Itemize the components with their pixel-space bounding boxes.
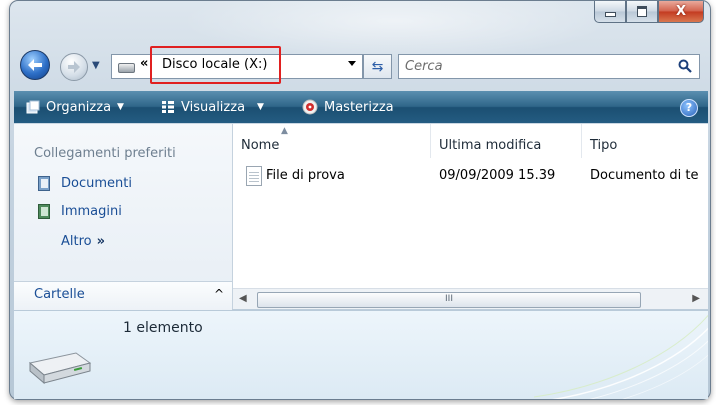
column-header-label: Ultima modifica — [439, 138, 542, 153]
text-file-icon — [246, 166, 262, 186]
maximize-button[interactable] — [626, 1, 658, 23]
view-menu[interactable]: Visualizza ▼ — [161, 91, 264, 123]
breadcrumb-overflow-chevron[interactable]: « — [140, 56, 148, 71]
decorative-swoosh — [534, 314, 708, 399]
column-header-label: Tipo — [590, 138, 618, 153]
organize-icon — [26, 100, 40, 114]
chevron-down-icon: ▼ — [257, 102, 264, 112]
nav-item-more[interactable]: Altro » — [61, 234, 105, 249]
hard-drive-icon — [28, 352, 92, 385]
burn-disc-icon — [302, 99, 318, 115]
horizontal-scrollbar[interactable]: ◀ III ▶ — [233, 288, 708, 309]
address-dropdown-arrow-icon[interactable] — [348, 61, 356, 66]
folders-label: Cartelle — [34, 287, 85, 302]
scroll-right-icon[interactable]: ▶ — [692, 293, 700, 304]
column-header-type[interactable]: Tipo — [582, 124, 708, 158]
column-header-modified[interactable]: Ultima modifica — [431, 124, 582, 158]
close-button[interactable]: X — [658, 1, 704, 23]
chevron-up-icon[interactable]: ^ — [214, 287, 224, 301]
file-modified: 09/09/2009 15.39 — [439, 168, 556, 183]
search-icon[interactable] — [678, 59, 692, 73]
file-type: Documento di te — [590, 168, 699, 183]
scrollbar-grip: III — [445, 294, 453, 304]
nav-item-label: Immagini — [61, 204, 122, 219]
file-list: ▲ Nome Ultima modifica Tipo File di prov… — [233, 124, 708, 309]
details-pane: 1 elemento — [14, 310, 708, 399]
sort-ascending-icon: ▲ — [281, 126, 288, 136]
column-header-label: Nome — [241, 138, 280, 153]
refresh-button[interactable]: ⇆ — [363, 54, 392, 79]
view-label: Visualizza — [181, 99, 246, 115]
burn-label: Masterizza — [324, 99, 394, 115]
back-arrow-icon — [28, 59, 42, 71]
minimize-icon — [604, 12, 616, 17]
back-button[interactable] — [20, 50, 50, 80]
documents-icon — [38, 176, 50, 191]
navigation-pane: Collegamenti preferiti Documenti Immagin… — [14, 124, 233, 310]
nav-item-label: Documenti — [61, 176, 132, 191]
minimize-button[interactable] — [594, 1, 626, 23]
help-icon[interactable]: ? — [680, 99, 698, 117]
view-icon — [162, 101, 174, 113]
search-input[interactable] — [403, 56, 667, 77]
column-header-name[interactable]: ▲ Nome — [233, 124, 431, 158]
search-box[interactable] — [398, 54, 700, 79]
item-count: 1 elemento — [123, 320, 203, 336]
forward-arrow-icon — [68, 61, 80, 73]
organize-menu[interactable]: Organizza ▼ — [26, 91, 124, 123]
chevron-down-icon: ▼ — [117, 102, 124, 112]
folders-bar[interactable]: Cartelle ^ — [14, 281, 232, 310]
maximize-icon — [637, 6, 647, 17]
nav-item-pictures[interactable]: Immagini — [38, 204, 122, 219]
close-icon: X — [675, 4, 687, 19]
recent-pages-dropdown[interactable]: ▼ — [92, 60, 100, 71]
command-bar: Organizza ▼ Visualizza ▼ Masterizza ? — [14, 91, 708, 123]
file-name: File di prova — [266, 168, 345, 183]
highlight-box — [150, 46, 281, 84]
scrollbar-thumb[interactable]: III — [257, 292, 641, 308]
favorites-heading: Collegamenti preferiti — [34, 146, 176, 161]
burn-button[interactable]: Masterizza — [302, 91, 394, 123]
pictures-icon — [38, 204, 50, 219]
table-row[interactable]: File di prova 09/09/2009 15.39 Documento… — [233, 166, 708, 188]
nav-more-label: Altro — [61, 234, 92, 249]
scroll-left-icon[interactable]: ◀ — [239, 293, 247, 304]
double-chevron-icon: » — [96, 234, 106, 249]
forward-button[interactable] — [60, 53, 88, 81]
drive-icon — [118, 63, 135, 73]
refresh-icon: ⇆ — [371, 58, 384, 75]
organize-label: Organizza — [46, 99, 112, 115]
caption-buttons: X — [594, 1, 704, 23]
nav-item-documents[interactable]: Documenti — [38, 176, 132, 191]
